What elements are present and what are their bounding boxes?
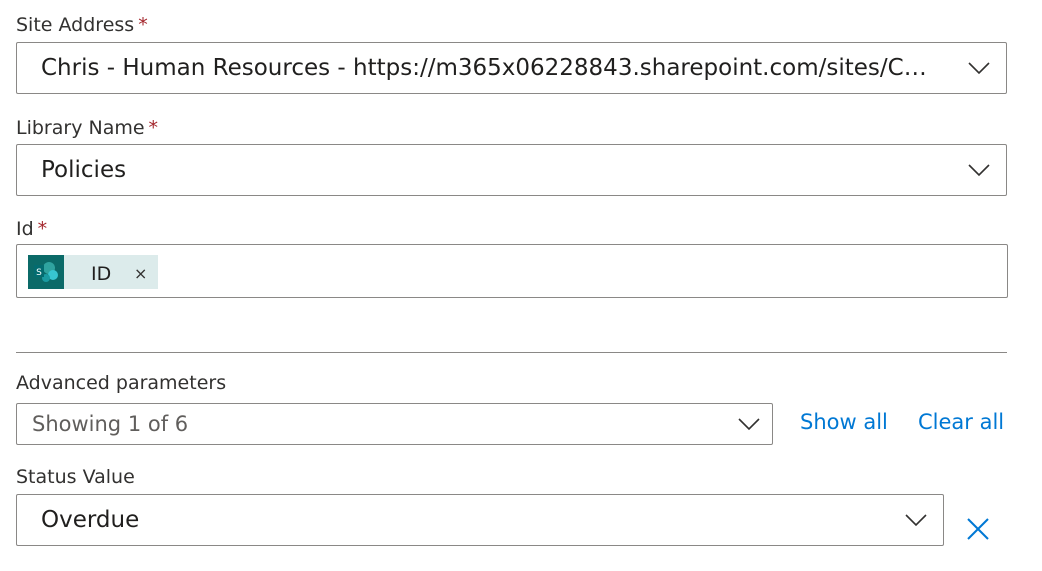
id-token-label: ID — [91, 263, 112, 285]
chevron-down-icon — [738, 418, 760, 431]
chevron-down-icon — [968, 164, 990, 177]
id-label: Id * — [16, 217, 47, 241]
advanced-parameters-value: Showing 1 of 6 — [32, 412, 189, 436]
remove-parameter-icon[interactable] — [965, 516, 991, 542]
id-label-text: Id — [16, 218, 34, 240]
svg-text:S: S — [36, 268, 42, 278]
section-divider — [16, 352, 1007, 353]
chevron-down-icon — [905, 514, 927, 527]
site-address-value: Chris - Human Resources - https://m365x0… — [41, 55, 936, 81]
chevron-down-icon — [968, 62, 990, 75]
library-name-label-text: Library Name — [16, 117, 145, 139]
advanced-parameters-label: Advanced parameters — [16, 372, 227, 394]
library-name-dropdown[interactable]: Policies — [16, 144, 1007, 196]
site-address-label: Site Address * — [16, 13, 148, 37]
sharepoint-logo-icon: S — [28, 255, 64, 289]
id-token-remove-button[interactable]: × — [134, 263, 147, 285]
library-name-label: Library Name * — [16, 116, 158, 140]
sharepoint-icon: S — [28, 255, 64, 289]
site-address-dropdown[interactable]: Chris - Human Resources - https://m365x0… — [16, 42, 1007, 94]
library-name-value: Policies — [41, 157, 127, 183]
status-value-dropdown[interactable]: Overdue — [16, 494, 944, 546]
required-marker: * — [138, 14, 148, 36]
status-value-value: Overdue — [41, 507, 140, 533]
show-all-link[interactable]: Show all — [800, 409, 888, 435]
id-token-input[interactable]: S ID × — [16, 244, 1008, 298]
required-marker: * — [37, 218, 48, 240]
advanced-parameters-dropdown[interactable]: Showing 1 of 6 — [16, 403, 773, 445]
clear-all-link[interactable]: Clear all — [918, 409, 1004, 435]
required-marker: * — [148, 117, 159, 139]
site-address-label-text: Site Address — [16, 14, 135, 36]
status-value-label: Status Value — [16, 466, 135, 488]
